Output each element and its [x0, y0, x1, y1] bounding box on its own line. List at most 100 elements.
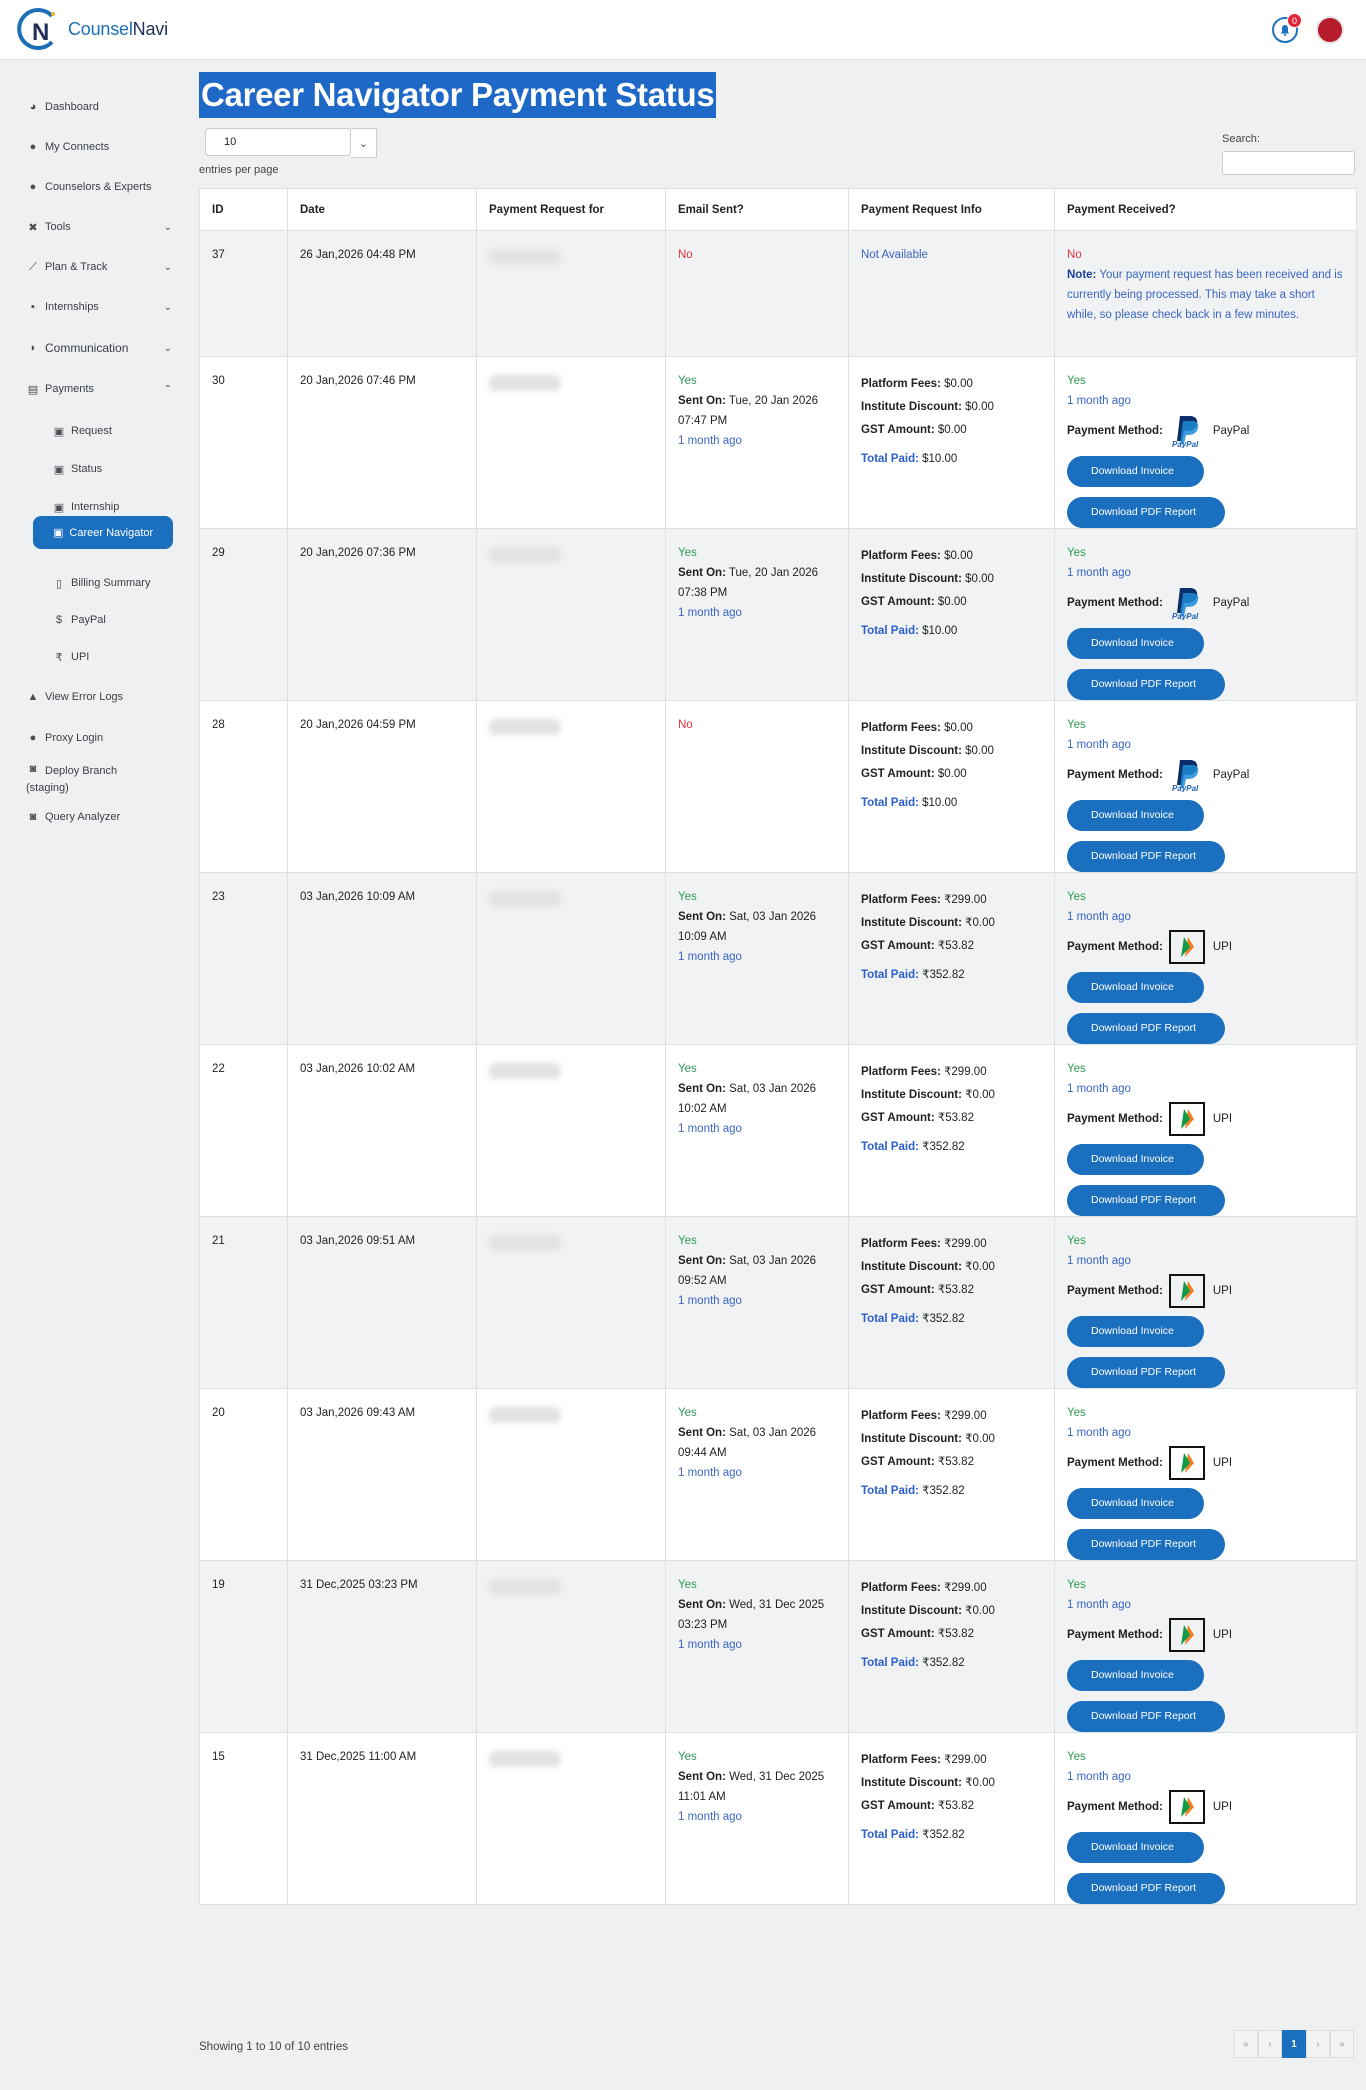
download-invoice-button[interactable]: Download Invoice	[1067, 1488, 1204, 1519]
notification-count-badge: 0	[1287, 13, 1302, 28]
sent-ago: 1 month ago	[678, 951, 742, 963]
download-pdf-report-button[interactable]: Download PDF Report	[1067, 1529, 1225, 1560]
cell-id: 28	[199, 700, 288, 873]
brand-name: CounselNavi	[68, 18, 168, 39]
payment-method: Payment Method: UPI	[1067, 1617, 1344, 1653]
cell-payment-received: Yes 1 month ago Payment Method: UPI Download…	[1054, 1388, 1357, 1561]
pager-next-button[interactable]: ›	[1306, 2030, 1330, 2058]
received-status: Yes	[1067, 1579, 1086, 1591]
total-paid: Total Paid: ₹352.82	[861, 1657, 965, 1669]
paypal-icon: PayPal	[1167, 585, 1207, 621]
table-row: 30 20 Jan,2026 07:46 PM Yes Sent On: Tue, 2…	[199, 356, 1357, 529]
dashboard-icon: ◕	[29, 101, 37, 113]
search-input[interactable]	[1222, 151, 1355, 175]
sidebar-item-status[interactable]: ▣ Status	[52, 458, 172, 480]
chevron-down-icon[interactable]: ⌄	[351, 128, 377, 158]
user-avatar[interactable]	[1316, 16, 1344, 44]
total-paid: Total Paid: ₹352.82	[861, 1141, 965, 1153]
column-header-email-sent[interactable]: Email Sent?	[665, 188, 849, 231]
sidebar-item-plan-track[interactable]: ⟋ Plan & Track ⌄	[26, 256, 172, 278]
blurred-name	[489, 891, 561, 907]
sidebar-item-counselors[interactable]: ● Counselors & Experts	[26, 176, 172, 198]
payment-method-name: UPI	[1212, 1285, 1233, 1297]
received-ago: 1 month ago	[1067, 911, 1131, 923]
cell-request-for	[476, 1560, 666, 1733]
blurred-name	[489, 1579, 561, 1595]
download-invoice-button[interactable]: Download Invoice	[1067, 972, 1204, 1003]
pager-first-button[interactable]: «	[1234, 2030, 1258, 2058]
download-pdf-report-button[interactable]: Download PDF Report	[1067, 669, 1225, 700]
sidebar-item-my-connects[interactable]: ● My Connects	[26, 136, 172, 158]
sidebar-item-error-logs[interactable]: ▲ View Error Logs	[26, 686, 172, 708]
download-pdf-report-button[interactable]: Download PDF Report	[1067, 497, 1225, 528]
sidebar-item-query-analyzer[interactable]: ◙ Query Analyzer	[26, 806, 172, 828]
sidebar-item-career-navigator[interactable]: ▣ Career Navigator	[33, 516, 173, 549]
download-invoice-button[interactable]: Download Invoice	[1067, 628, 1204, 659]
download-invoice-button[interactable]: Download Invoice	[1067, 1144, 1204, 1175]
sidebar-item-billing-summary[interactable]: ▯ Billing Summary	[52, 572, 172, 594]
payment-method-name: PayPal	[1212, 597, 1250, 609]
cell-payment-received: Yes 1 month ago Payment Method: PayPal PayPa…	[1054, 528, 1357, 701]
payment-method: Payment Method: UPI	[1067, 929, 1344, 965]
sidebar-item-proxy-login[interactable]: ● Proxy Login	[26, 727, 172, 749]
table-row: 21 03 Jan,2026 09:51 AM Yes Sent On: Sat, 0…	[199, 1216, 1357, 1389]
download-pdf-report-button[interactable]: Download PDF Report	[1067, 1701, 1225, 1732]
chevron-down-icon: ⌄	[163, 342, 172, 354]
cell-payment-received: Yes 1 month ago Payment Method: UPI Download…	[1054, 1216, 1357, 1389]
sidebar-item-request[interactable]: ▣ Request	[52, 420, 172, 442]
total-paid: Total Paid: ₹352.82	[861, 1313, 965, 1325]
gst-amount: GST Amount: $0.00	[861, 596, 967, 608]
column-header-request-for[interactable]: Payment Request for	[476, 188, 666, 231]
sidebar-item-label: Internships	[45, 301, 99, 313]
sidebar-item-label: UPI	[71, 651, 90, 663]
page-title: Career Navigator Payment Status	[199, 72, 717, 118]
notification-bell-icon[interactable]: 0	[1272, 13, 1302, 43]
download-invoice-button[interactable]: Download Invoice	[1067, 800, 1204, 831]
email-status: Yes	[678, 1063, 697, 1075]
received-status: Yes	[1067, 1407, 1086, 1419]
sidebar-item-paypal[interactable]: $ PayPal	[52, 609, 172, 631]
sidebar-item-label: Proxy Login	[45, 732, 104, 744]
sidebar-item-label: Counselors & Experts	[45, 181, 152, 193]
cell-email-sent: Yes Sent On: Tue, 20 Jan 2026 07:38 PM 1 m…	[665, 528, 849, 701]
column-header-request-info[interactable]: Payment Request Info	[848, 188, 1055, 231]
column-header-id[interactable]: ID	[199, 188, 288, 231]
table-row: 37 26 Jan,2026 04:48 PM No Not Available…	[199, 230, 1357, 357]
sidebar-item-deploy-branch[interactable]: ◙ Deploy Branch (staging)	[26, 763, 172, 797]
sidebar-item-upi[interactable]: ₹ UPI	[52, 646, 172, 668]
cell-payment-received: Yes 1 month ago Payment Method: UPI Download…	[1054, 1560, 1357, 1733]
sidebar-item-internships[interactable]: ▪ Internships ⌄	[26, 296, 172, 318]
pager-last-button[interactable]: »	[1330, 2030, 1354, 2058]
download-pdf-report-button[interactable]: Download PDF Report	[1067, 1357, 1225, 1388]
pager-page-button[interactable]: 1	[1282, 2030, 1306, 2058]
cell-payment-received: Yes 1 month ago Payment Method: UPI Download…	[1054, 872, 1357, 1045]
cell-email-sent: Yes Sent On: Wed, 31 Dec 2025 03:23 PM 1 m…	[665, 1560, 849, 1733]
download-pdf-report-button[interactable]: Download PDF Report	[1067, 1013, 1225, 1044]
download-pdf-report-button[interactable]: Download PDF Report	[1067, 1185, 1225, 1216]
column-header-date[interactable]: Date	[287, 188, 477, 231]
cell-date: 03 Jan,2026 10:02 AM	[287, 1044, 477, 1217]
download-pdf-report-button[interactable]: Download PDF Report	[1067, 841, 1225, 872]
money-icon: ▣	[53, 425, 65, 438]
sidebar-item-communication[interactable]: ◗ Communication ⌄	[26, 337, 172, 359]
gst-amount: GST Amount: $0.00	[861, 768, 967, 780]
download-invoice-button[interactable]: Download Invoice	[1067, 1660, 1204, 1691]
download-invoice-button[interactable]: Download Invoice	[1067, 1832, 1204, 1863]
payment-method-name: UPI	[1212, 941, 1233, 953]
column-header-payment-received[interactable]: Payment Received?	[1054, 188, 1357, 231]
download-pdf-report-button[interactable]: Download PDF Report	[1067, 1873, 1225, 1904]
sidebar-item-internship[interactable]: ▣ Internship	[52, 496, 172, 518]
cell-request-info: Platform Fees: ₹299.00 Institute Discount…	[848, 1388, 1055, 1561]
pager-prev-button[interactable]: ‹	[1258, 2030, 1282, 2058]
cell-request-info: Platform Fees: $0.00 Institute Discount: …	[848, 528, 1055, 701]
sidebar-item-dashboard[interactable]: ◕ Dashboard	[26, 96, 172, 118]
download-invoice-button[interactable]: Download Invoice	[1067, 456, 1204, 487]
sidebar-item-payments[interactable]: ▤ Payments ⌃	[26, 378, 172, 400]
sidebar-item-label: Deploy Branch (staging)	[26, 765, 118, 794]
logo[interactable]: N CounselNavi	[16, 6, 168, 52]
sent-on: Sent On: Wed, 31 Dec 2025 03:23 PM	[678, 1599, 825, 1631]
sidebar-item-tools[interactable]: ✖ Tools ⌄	[26, 216, 172, 238]
page-length-select[interactable]: 10	[205, 128, 351, 156]
platform-fees: Platform Fees: ₹299.00	[861, 1754, 987, 1766]
download-invoice-button[interactable]: Download Invoice	[1067, 1316, 1204, 1347]
